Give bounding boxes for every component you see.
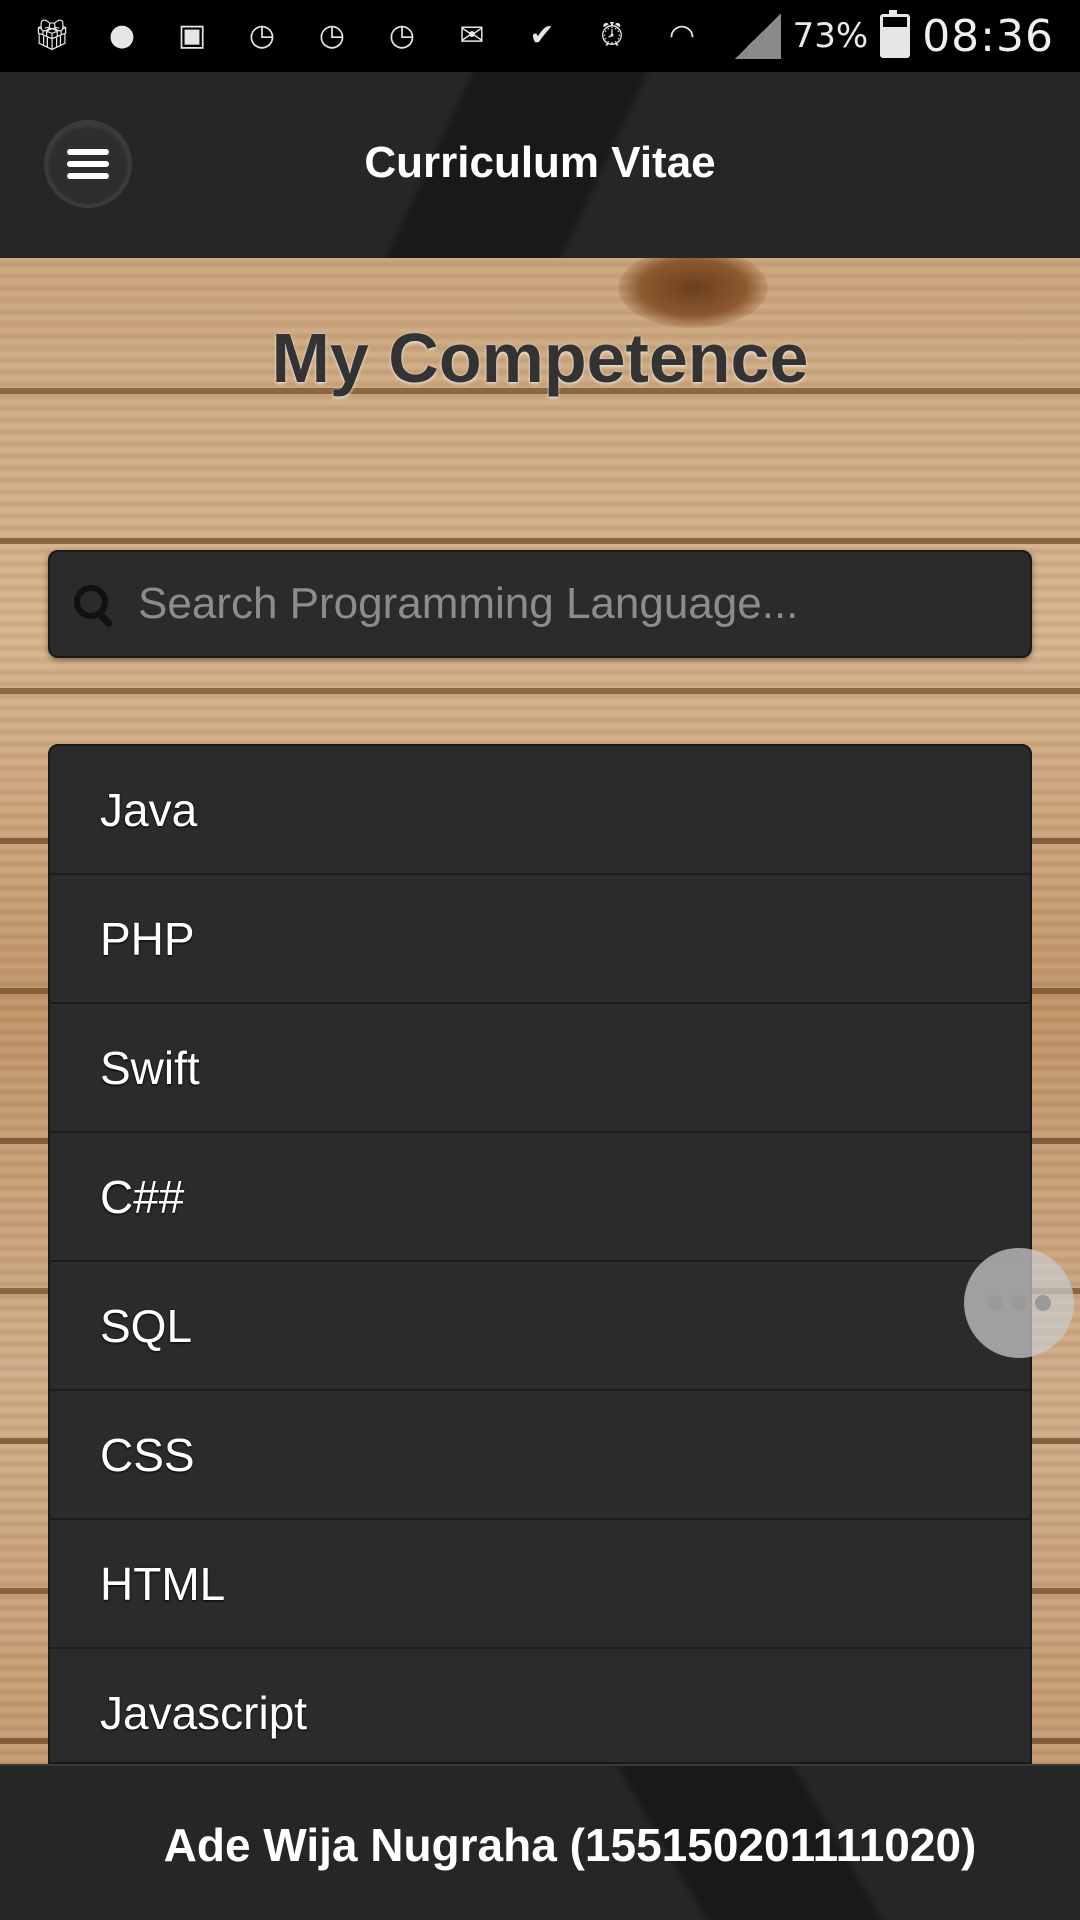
app-footer: Ade Wija Nugraha (155150201111020) <box>0 1764 1080 1920</box>
signal-icon <box>734 13 781 59</box>
list-item-swift[interactable]: Swift <box>50 1004 1030 1133</box>
dot-icon <box>987 1295 1003 1311</box>
language-list: Java PHP Swift C## SQL CSS HTML Javascri… <box>48 744 1032 1764</box>
battery-percent: 73% <box>792 16 869 56</box>
gift-icon: 🎁︎ <box>32 18 72 53</box>
clock-icon: ◷ <box>388 18 416 53</box>
list-item-css[interactable]: CSS <box>50 1391 1030 1520</box>
clock-icon: ◷ <box>248 18 276 53</box>
app-header: Curriculum Vitae <box>0 72 1080 260</box>
list-item-php[interactable]: PHP <box>50 875 1030 1004</box>
check-icon: ✔ <box>529 18 555 53</box>
list-item-sql[interactable]: SQL <box>50 1262 1030 1391</box>
header-title: Curriculum Vitae <box>364 138 716 187</box>
line-icon: ● <box>108 18 136 53</box>
list-item-javascript[interactable]: Javascript <box>50 1649 1030 1762</box>
search-icon <box>70 581 116 627</box>
notification-icons: 🎁︎ ● ▣ ◷ ◷ ◷ ✉ ✔ ⏰︎ ◠ <box>28 12 706 60</box>
battery-icon <box>880 10 911 58</box>
page-title: My Competence <box>271 319 809 397</box>
image-icon: ▣ <box>177 18 207 53</box>
main-content: My Competence Java PHP Swift C## SQL CSS… <box>0 258 1080 1764</box>
list-item-html[interactable]: HTML <box>50 1520 1030 1649</box>
battery-fill <box>883 27 908 55</box>
clock-time: 08:36 <box>922 10 1054 62</box>
search-input[interactable] <box>136 551 1030 657</box>
floating-more-button[interactable] <box>964 1248 1074 1358</box>
footer-author: Ade Wija Nugraha (155150201111020) <box>163 1819 977 1871</box>
list-item-java[interactable]: Java <box>50 746 1030 875</box>
wifi-icon: ◠ <box>668 18 696 53</box>
dot-icon <box>1035 1295 1051 1311</box>
search-box <box>48 550 1032 658</box>
status-bar: 🎁︎ ● ▣ ◷ ◷ ◷ ✉ ✔ ⏰︎ ◠ 73% 08:36 <box>0 0 1080 72</box>
dot-icon <box>1011 1295 1027 1311</box>
status-right: 73% 08:36 <box>734 10 1054 62</box>
list-item-csharp[interactable]: C## <box>50 1133 1030 1262</box>
clock-icon: ◷ <box>318 18 346 53</box>
alarm-icon: ⏰︎ <box>600 18 624 53</box>
mail-icon: ✉ <box>459 18 485 53</box>
